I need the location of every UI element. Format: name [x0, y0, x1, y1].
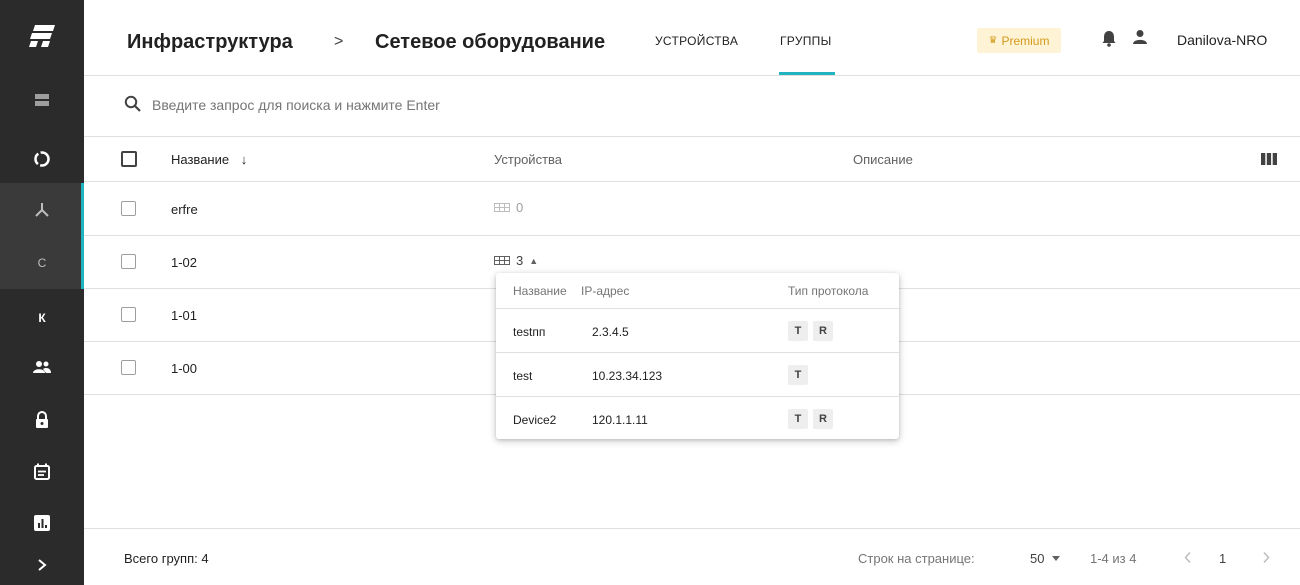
rows-per-page-value: 50 [1030, 551, 1045, 566]
columns-icon[interactable] [1261, 153, 1277, 165]
protocol-chip: T [788, 321, 808, 341]
device-icon [494, 203, 510, 212]
username[interactable]: Danilova-NRO [1177, 32, 1267, 48]
sidebar-item-servers[interactable] [0, 73, 84, 126]
popup-device-row[interactable]: testпп 2.3.4.5 T R [496, 309, 899, 353]
devices-popup: Название IP-адрес Тип протокола testпп 2… [496, 273, 899, 439]
tab-groups[interactable]: ГРУППЫ [780, 34, 832, 48]
column-description-header[interactable]: Описание [853, 152, 913, 167]
sort-down-icon: ↓ [240, 152, 248, 167]
row-checkbox[interactable] [121, 307, 136, 322]
top-header: Инфраструктура > Сетевое оборудование УС… [84, 0, 1300, 76]
rows-per-page-label: Строк на странице: [858, 551, 975, 566]
prev-page-icon[interactable] [1184, 551, 1192, 564]
row-checkbox[interactable] [121, 201, 136, 216]
device-name: test [513, 369, 533, 383]
rows-per-page-select[interactable]: 50 [1030, 551, 1061, 566]
active-tab-indicator [779, 72, 835, 75]
logo-icon [29, 25, 55, 47]
premium-label: Premium [1001, 33, 1050, 48]
table-header: Название ↓ Устройства Описание [84, 137, 1300, 182]
sidebar-item-network[interactable] [0, 183, 84, 236]
device-count-value: 0 [516, 200, 524, 215]
app-logo[interactable] [0, 0, 84, 72]
device-ip: 120.1.1.11 [592, 413, 648, 427]
row-device-count[interactable]: 0 [494, 200, 523, 215]
sidebar-expand-button[interactable] [0, 545, 84, 585]
sidebar-item-users[interactable] [0, 340, 84, 393]
users-icon [33, 360, 51, 373]
lock-icon [36, 410, 48, 428]
row-name: 1-00 [171, 361, 198, 376]
column-name-label: Название [171, 152, 230, 167]
protocol-chips: T [788, 365, 808, 385]
device-name: Device2 [513, 413, 557, 427]
popup-column-protocol: Тип протокола [788, 284, 869, 298]
device-count-value: 3 [516, 253, 524, 268]
bell-icon [1102, 31, 1116, 47]
row-device-count[interactable]: 3 ▲ [494, 253, 538, 268]
search-icon [124, 95, 141, 112]
dropdown-arrow-icon [1052, 556, 1061, 561]
protocol-chips: T R [788, 409, 833, 429]
sidebar-item-c[interactable]: C [0, 236, 84, 289]
network-icon [35, 202, 49, 217]
protocol-chips: T R [788, 321, 833, 341]
page-range: 1-4 из 4 [1090, 551, 1137, 566]
protocol-chip: R [813, 409, 833, 429]
sidebar-item-k[interactable]: К [0, 291, 84, 344]
row-checkbox[interactable] [121, 360, 136, 375]
collapse-icon[interactable]: ▲ [529, 256, 538, 266]
report-icon [34, 514, 50, 531]
row-checkbox[interactable] [121, 254, 136, 269]
sidebar-letter-k: К [38, 310, 46, 325]
total-groups: Всего групп: 4 [124, 551, 209, 566]
next-page-icon[interactable] [1262, 551, 1270, 564]
search-input[interactable] [152, 94, 752, 116]
breadcrumb-network-equipment: Сетевое оборудование [375, 31, 606, 53]
search-bar [84, 76, 1300, 137]
column-name-header[interactable]: Название ↓ [171, 152, 247, 167]
row-name: 1-01 [171, 308, 198, 323]
device-ip: 2.3.4.5 [592, 325, 629, 339]
premium-badge[interactable]: ♛ Premium [977, 28, 1061, 53]
sidebar-item-circle[interactable] [0, 132, 84, 185]
chevron-right-icon [38, 559, 47, 571]
select-all-checkbox[interactable] [121, 151, 137, 167]
popup-device-row[interactable]: test 10.23.34.123 T [496, 353, 899, 397]
sidebar: C К [0, 0, 84, 585]
protocol-chip: T [788, 409, 808, 429]
circle-icon [34, 150, 50, 167]
popup-header: Название IP-адрес Тип протокола [496, 273, 899, 309]
sidebar-item-calendar[interactable] [0, 445, 84, 498]
breadcrumb-separator: > [334, 33, 344, 50]
table-row[interactable]: erfre 0 [84, 183, 1300, 236]
breadcrumb-infrastructure[interactable]: Инфраструктура [127, 31, 293, 54]
crown-icon: ♛ [988, 35, 998, 46]
sidebar-item-security[interactable] [0, 393, 84, 446]
person-icon [1133, 30, 1147, 44]
protocol-chip: T [788, 365, 808, 385]
user-menu[interactable] [1132, 29, 1148, 50]
popup-column-ip: IP-адрес [581, 284, 630, 298]
calendar-icon [34, 463, 50, 480]
device-name: testпп [513, 325, 546, 339]
notifications-button[interactable] [1102, 30, 1116, 52]
popup-column-name: Название [513, 284, 567, 298]
row-name: 1-02 [171, 255, 198, 270]
popup-device-row[interactable]: Device2 120.1.1.11 T R [496, 397, 899, 441]
device-ip: 10.23.34.123 [592, 369, 663, 383]
server-icon [35, 93, 49, 106]
sidebar-item-reports[interactable] [0, 496, 84, 549]
tab-devices[interactable]: УСТРОЙСТВА [655, 34, 738, 48]
table-footer: Всего групп: 4 Строк на странице: 50 1-4… [84, 528, 1300, 585]
sidebar-letter-c: C [37, 255, 47, 270]
current-page[interactable]: 1 [1219, 551, 1226, 566]
device-icon [494, 256, 510, 265]
row-name: erfre [171, 202, 198, 217]
protocol-chip: R [813, 321, 833, 341]
column-devices-header[interactable]: Устройства [494, 152, 562, 167]
